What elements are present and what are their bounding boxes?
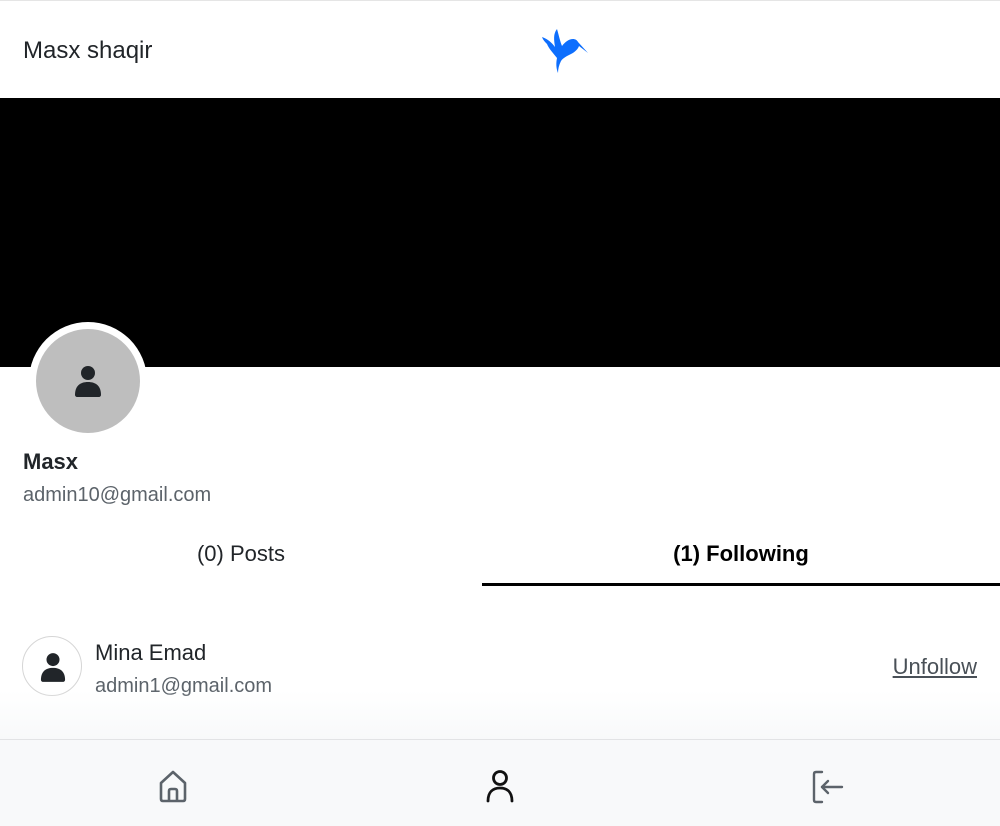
hummingbird-icon[interactable] [538,27,588,73]
cover-image [0,98,1000,367]
person-icon [40,653,66,682]
profile-avatar-ring [29,322,147,440]
home-icon[interactable] [153,766,193,806]
top-header: Masx shaqir [0,0,1000,98]
profile-email: admin10@gmail.com [23,484,212,506]
tab-following[interactable]: (1) Following [482,528,1000,586]
person-icon [75,366,101,397]
tab-posts[interactable]: (0) Posts [0,528,482,586]
unfollow-button[interactable]: Unfollow [893,654,977,680]
following-user-name[interactable]: Mina Emad [95,640,206,666]
profile-name: Masx [23,449,79,474]
scroll-fade [0,690,1000,740]
avatar[interactable] [36,329,140,433]
bottom-nav [0,739,1000,826]
person-icon[interactable] [480,766,520,806]
header-title: Masx shaqir [23,37,153,64]
avatar[interactable] [22,636,82,696]
profile-tabs: (0) Posts (1) Following [0,528,1000,586]
logout-icon[interactable] [808,766,848,806]
